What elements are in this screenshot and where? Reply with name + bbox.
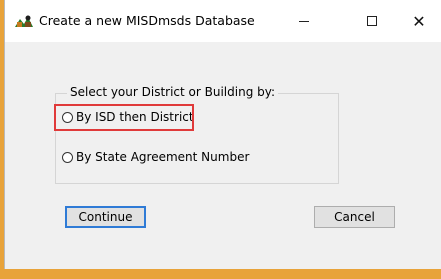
radio-label-state-agreement: By State Agreement Number (76, 150, 250, 164)
maximize-button[interactable] (349, 0, 395, 42)
minimize-icon (299, 20, 309, 22)
red-highlight-box (54, 104, 194, 131)
app-logo-icon (14, 13, 34, 29)
minimize-button[interactable] (281, 0, 327, 42)
close-button[interactable]: ✕ (396, 0, 441, 42)
continue-button[interactable]: Continue (65, 206, 146, 228)
cancel-button[interactable]: Cancel (314, 206, 395, 228)
radio-button-icon[interactable] (62, 151, 73, 163)
radio-state-agreement[interactable]: By State Agreement Number (62, 150, 249, 164)
dialog-window: Create a new MISDmsds Database ✕ Select … (4, 0, 441, 269)
title-bar[interactable]: Create a new MISDmsds Database ✕ (5, 0, 441, 42)
window-title: Create a new MISDmsds Database (39, 13, 255, 28)
maximize-icon (367, 16, 377, 26)
groupbox-label: Select your District or Building by: (67, 85, 279, 99)
close-icon: ✕ (412, 11, 426, 31)
